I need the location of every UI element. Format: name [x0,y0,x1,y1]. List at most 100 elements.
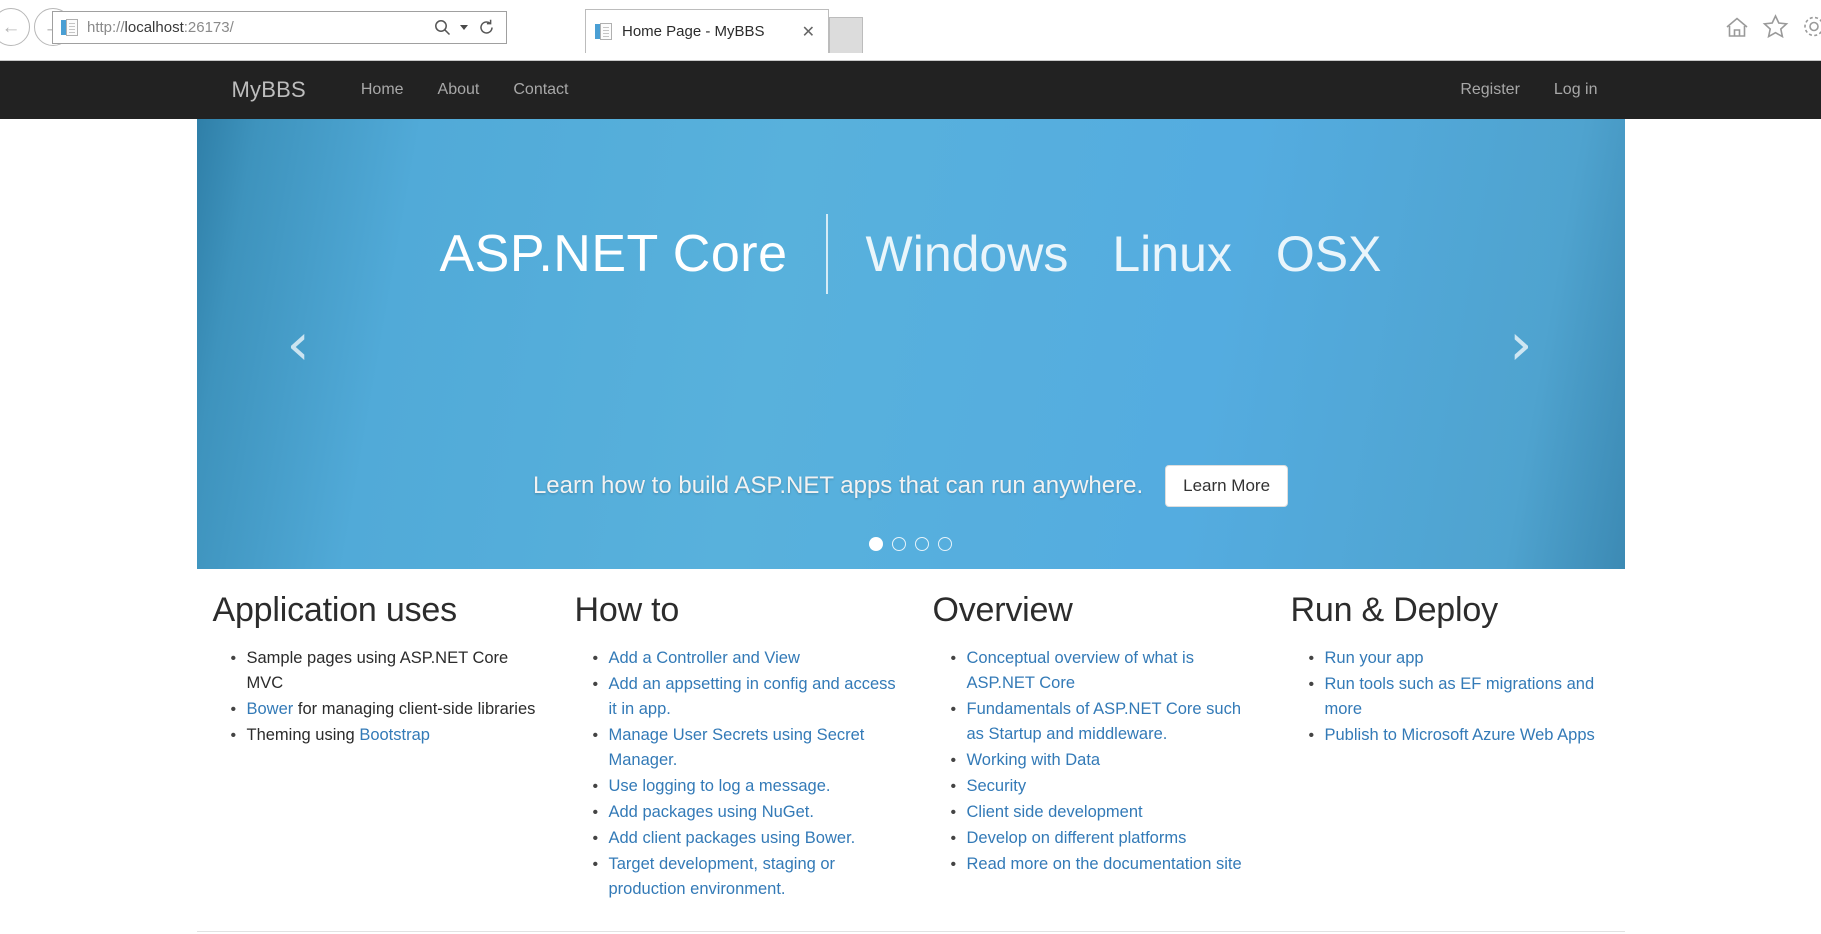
column-title: How to [574,591,680,629]
overview-link[interactable]: Client side development [967,803,1143,821]
page-favicon [61,18,79,38]
url-text[interactable]: http://localhost:26173/ [87,19,429,36]
learn-more-button[interactable]: Learn More [1165,465,1289,507]
hero-title: ASP.NET Core [439,225,788,283]
overview-link[interactable]: Conceptual overview of what is ASP.NET C… [967,649,1194,692]
nav-item-register[interactable]: Register [1443,81,1537,99]
new-tab-button[interactable] [829,17,863,53]
column-list: Run your app Run tools such as EF migrat… [1291,646,1609,748]
search-icon[interactable] [429,15,455,41]
close-icon[interactable]: ✕ [798,22,819,42]
list-item: Fundamentals of ASP.NET Core such as Sta… [951,697,1259,747]
deploy-link[interactable]: Run tools such as EF migrations and more [1325,675,1595,718]
how-to-link[interactable]: Add packages using NuGet. [609,803,814,821]
list-item: Manage User Secrets using Secret Manager… [593,723,901,773]
tab-strip: Home Page - MyBBS ✕ [585,9,863,53]
bower-link[interactable]: Bower [247,700,294,718]
hero-carousel: ASP.NET Core Windows Linux OSX ‹ › Learn… [196,119,1625,569]
list-item: Use logging to log a message. [593,774,901,799]
column-run-deploy: Run & Deploy Run your app Run tools such… [1275,591,1625,903]
url-host: localhost [124,19,184,36]
hero-headline: ASP.NET Core Windows Linux OSX [197,214,1625,294]
how-to-link[interactable]: Use logging to log a message. [609,777,831,795]
list-item: Add an appsetting in config and access i… [593,672,901,722]
how-to-link[interactable]: Target development, staging or productio… [609,855,836,898]
hero-platforms: Windows Linux OSX [828,225,1382,283]
url-scheme: http:// [87,19,125,36]
page-content: ASP.NET Core Windows Linux OSX ‹ › Learn… [196,119,1625,932]
how-to-link[interactable]: Add an appsetting in config and access i… [609,675,896,718]
address-bar[interactable]: http://localhost:26173/ [52,11,507,44]
deploy-link[interactable]: Run your app [1325,649,1424,667]
column-list: Sample pages using ASP.NET Core MVC Bowe… [213,646,543,748]
overview-link[interactable]: Security [967,777,1027,795]
overview-link[interactable]: Fundamentals of ASP.NET Core such as Sta… [967,700,1242,743]
how-to-link[interactable]: Add a Controller and View [609,649,800,667]
site-navbar: MyBBS Home About Contact Register Log in [0,61,1821,119]
list-item: Add packages using NuGet. [593,800,901,825]
column-title: Run & Deploy [1290,591,1499,629]
chrome-right-icons [1724,14,1821,39]
list-item: Target development, staging or productio… [593,852,901,902]
list-item: Add client packages using Bower. [593,826,901,851]
deploy-link[interactable]: Publish to Microsoft Azure Web Apps [1325,726,1595,744]
column-overview: Overview Conceptual overview of what is … [917,591,1275,903]
carousel-indicator-3[interactable] [915,537,929,551]
tab-home-page[interactable]: Home Page - MyBBS ✕ [585,9,829,53]
back-icon[interactable]: ← [0,8,30,46]
bootstrap-link[interactable]: Bootstrap [359,726,430,744]
chevron-left-icon[interactable]: ‹ [287,315,310,373]
hero-platform-osx: OSX [1275,226,1382,282]
column-application-uses: Application uses Sample pages using ASP.… [197,591,559,903]
how-to-link[interactable]: Manage User Secrets using Secret Manager… [609,726,865,769]
nav-item-login[interactable]: Log in [1537,81,1615,99]
list-item: Conceptual overview of what is ASP.NET C… [951,646,1259,696]
list-item: Security [951,774,1259,799]
list-item-text: Sample pages using ASP.NET Core MVC [246,649,509,692]
site-brand[interactable]: MyBBS [232,77,306,103]
nav-item-home[interactable]: Home [344,81,421,99]
auth-nav: Register Log in [1443,81,1624,99]
carousel-indicators [197,537,1625,551]
star-icon[interactable] [1762,14,1789,39]
carousel-indicator-2[interactable] [892,537,906,551]
list-item: Sample pages using ASP.NET Core MVC [231,646,543,696]
carousel-indicator-1[interactable] [869,537,883,551]
list-item: Working with Data [951,748,1259,773]
primary-nav: Home About Contact [344,81,586,99]
nav-item-about[interactable]: About [421,81,497,99]
list-item: Add a Controller and View [593,646,901,671]
chevron-right-icon[interactable]: › [1509,315,1532,373]
home-icon[interactable] [1724,15,1750,39]
hero-platform-linux: Linux [1112,226,1232,282]
overview-link[interactable]: Develop on different platforms [967,829,1187,847]
list-item: Bower for managing client-side libraries [231,697,543,722]
carousel-caption: Learn how to build ASP.NET apps that can… [197,465,1625,507]
column-title: Overview [932,591,1073,629]
chevron-down-icon[interactable] [458,15,470,41]
overview-link[interactable]: Working with Data [967,751,1101,769]
tab-favicon [595,22,613,42]
list-item: Theming using Bootstrap [231,723,543,748]
column-title: Application uses [212,591,458,629]
how-to-link[interactable]: Add client packages using Bower. [609,829,856,847]
carousel-indicator-4[interactable] [938,537,952,551]
nav-item-contact[interactable]: Contact [496,81,585,99]
list-item: Read more on the documentation site [951,852,1259,877]
list-item: Publish to Microsoft Azure Web Apps [1309,723,1609,748]
hero-platform-windows: Windows [865,226,1069,282]
refresh-icon[interactable] [473,15,499,41]
feature-columns: Application uses Sample pages using ASP.… [197,569,1625,903]
carousel-caption-text: Learn how to build ASP.NET apps that can… [532,472,1144,499]
list-item: Develop on different platforms [951,826,1259,851]
column-list: Add a Controller and View Add an appsett… [575,646,901,902]
list-item: Run tools such as EF migrations and more [1309,672,1609,722]
list-item: Run your app [1309,646,1609,671]
column-how-to: How to Add a Controller and View Add an … [559,591,917,903]
footer-divider [196,931,1625,932]
gear-icon[interactable] [1801,14,1821,39]
browser-chrome: ← → http://localhost:26173/ Home Pag [0,0,1821,61]
address-bar-icons [429,15,502,41]
overview-link[interactable]: Read more on the documentation site [967,855,1242,873]
column-list: Conceptual overview of what is ASP.NET C… [933,646,1259,877]
